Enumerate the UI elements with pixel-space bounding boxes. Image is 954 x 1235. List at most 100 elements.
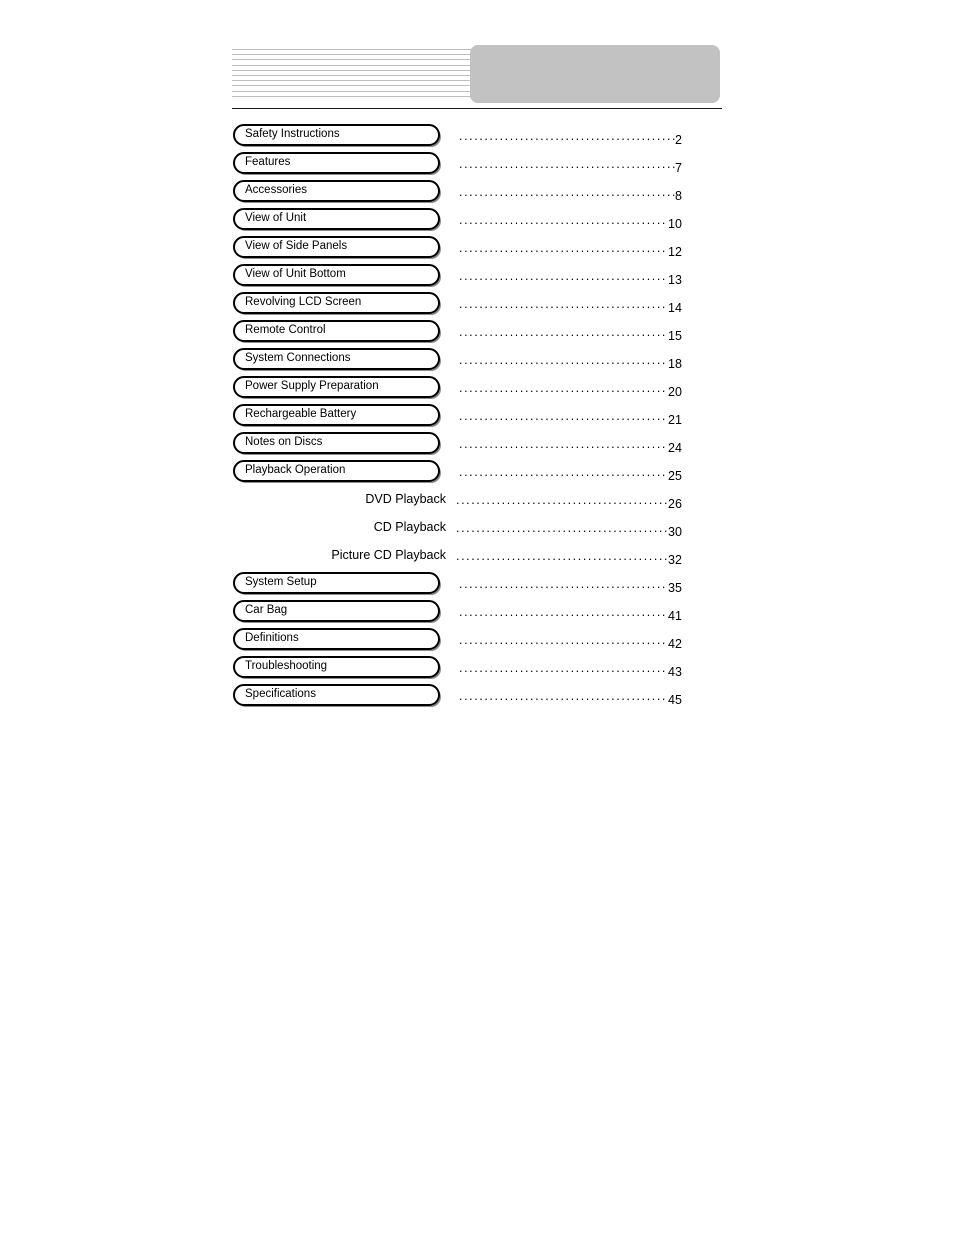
leader-dots: ........................................… xyxy=(459,157,675,171)
toc-entry-label: Power Supply Preparation xyxy=(245,380,379,392)
toc-entry[interactable]: Features................................… xyxy=(0,152,954,180)
toc-leader: ........................................… xyxy=(459,632,683,648)
toc-sub-entry-label: DVD Playback xyxy=(365,492,446,506)
toc-entry-pill[interactable]: Specifications xyxy=(233,684,442,708)
leader-dots: ........................................… xyxy=(459,577,668,591)
toc-sub-entry[interactable]: Picture CD Playback.....................… xyxy=(0,544,954,572)
toc-page-number: 15 xyxy=(668,329,682,340)
leader-dots: ........................................… xyxy=(456,521,668,535)
toc-sub-entry[interactable]: DVD Playback............................… xyxy=(0,488,954,516)
toc-page-number: 8 xyxy=(675,189,682,200)
toc-entry-pill[interactable]: Playback Operation xyxy=(233,460,442,484)
toc-entry[interactable]: Playback Operation......................… xyxy=(0,460,954,488)
toc-entry[interactable]: Safety Instructions.....................… xyxy=(0,124,954,152)
toc-entry[interactable]: Car Bag.................................… xyxy=(0,600,954,628)
header-line xyxy=(232,95,472,97)
toc-entry[interactable]: Definitions.............................… xyxy=(0,628,954,656)
header-line xyxy=(232,69,472,71)
toc-entry[interactable]: Rechargeable Battery....................… xyxy=(0,404,954,432)
toc-entry-pill[interactable]: Remote Control xyxy=(233,320,442,344)
toc-entry-label: Revolving LCD Screen xyxy=(245,296,362,308)
toc-leader: ........................................… xyxy=(459,296,683,312)
toc-entry-pill[interactable]: System Connections xyxy=(233,348,442,372)
toc-entry[interactable]: Notes on Discs..........................… xyxy=(0,432,954,460)
toc-entry[interactable]: Specifications..........................… xyxy=(0,684,954,712)
toc-leader: ........................................… xyxy=(459,268,683,284)
toc-page-number: 21 xyxy=(668,413,682,424)
toc-page-number: 41 xyxy=(668,609,682,620)
toc-page-number: 14 xyxy=(668,301,682,312)
document-page: Safety Instructions.....................… xyxy=(0,0,954,1235)
toc-page-number: 43 xyxy=(668,665,682,676)
leader-dots: ........................................… xyxy=(459,437,668,451)
toc-entry-pill[interactable]: System Setup xyxy=(233,572,442,596)
toc-entry-label: Features xyxy=(245,156,291,168)
toc-entry-pill[interactable]: Car Bag xyxy=(233,600,442,624)
toc-entry-pill[interactable]: Features xyxy=(233,152,442,176)
toc-entry-pill[interactable]: Definitions xyxy=(233,628,442,652)
toc-sub-entry-label: Picture CD Playback xyxy=(331,548,446,562)
toc-entry-pill[interactable]: Power Supply Preparation xyxy=(233,376,442,400)
toc-entry[interactable]: System Connections......................… xyxy=(0,348,954,376)
toc-leader: ........................................… xyxy=(459,660,683,676)
toc-leader: ........................................… xyxy=(459,436,683,452)
toc-entry-pill[interactable]: Rechargeable Battery xyxy=(233,404,442,428)
toc-page-number: 10 xyxy=(668,217,682,228)
toc-entry-label: Definitions xyxy=(245,632,299,644)
header-title-placeholder xyxy=(470,45,720,103)
toc-leader: ........................................… xyxy=(456,548,683,564)
toc-page-number: 18 xyxy=(668,357,682,368)
toc-sub-entry[interactable]: CD Playback.............................… xyxy=(0,516,954,544)
leader-dots: ........................................… xyxy=(459,605,668,619)
toc-page-number: 13 xyxy=(668,273,682,284)
toc-entry[interactable]: Power Supply Preparation................… xyxy=(0,376,954,404)
leader-dots: ........................................… xyxy=(459,353,668,367)
toc-entry-pill[interactable]: Troubleshooting xyxy=(233,656,442,680)
leader-dots: ........................................… xyxy=(459,661,668,675)
header-line xyxy=(232,59,472,61)
toc-entry-pill[interactable]: Safety Instructions xyxy=(233,124,442,148)
toc-entry[interactable]: Revolving LCD Screen....................… xyxy=(0,292,954,320)
leader-dots: ........................................… xyxy=(456,493,668,507)
toc-page-number: 32 xyxy=(668,553,682,564)
header-line xyxy=(232,90,472,92)
toc-sub-entry-label: CD Playback xyxy=(373,520,446,534)
toc-entry[interactable]: View of Side Panels.....................… xyxy=(0,236,954,264)
toc-page-number: 30 xyxy=(668,525,682,536)
toc-leader: ........................................… xyxy=(459,240,683,256)
leader-dots: ........................................… xyxy=(459,185,675,199)
toc-entry-label: View of Unit xyxy=(245,212,307,224)
toc-entry-pill[interactable]: Notes on Discs xyxy=(233,432,442,456)
toc-entry[interactable]: Accessories.............................… xyxy=(0,180,954,208)
header-line xyxy=(232,75,472,76)
toc-leader: ........................................… xyxy=(456,520,683,536)
toc-entry-label: View of Side Panels xyxy=(245,240,348,252)
toc-page-number: 26 xyxy=(668,497,682,508)
header-decorative-lines xyxy=(232,49,472,101)
toc-entry-pill[interactable]: Revolving LCD Screen xyxy=(233,292,442,316)
toc-leader: ........................................… xyxy=(459,576,683,592)
leader-dots: ........................................… xyxy=(459,325,668,339)
toc-entry[interactable]: Remote Control..........................… xyxy=(0,320,954,348)
header-line xyxy=(232,64,472,66)
toc-page-number: 7 xyxy=(675,161,682,172)
toc-leader: ........................................… xyxy=(459,464,683,480)
toc-entry-label: Rechargeable Battery xyxy=(245,408,357,420)
toc-entry[interactable]: System Setup............................… xyxy=(0,572,954,600)
header-line xyxy=(232,54,472,56)
toc-page-number: 35 xyxy=(668,581,682,592)
toc-entry[interactable]: View of Unit Bottom.....................… xyxy=(0,264,954,292)
toc-entry[interactable]: Troubleshooting.........................… xyxy=(0,656,954,684)
toc-entry-pill[interactable]: Accessories xyxy=(233,180,442,204)
leader-dots: ........................................… xyxy=(456,549,668,563)
leader-dots: ........................................… xyxy=(459,129,675,143)
toc-leader: ........................................… xyxy=(459,184,683,200)
toc-entry-pill[interactable]: View of Unit xyxy=(233,208,442,232)
toc-leader: ........................................… xyxy=(459,352,683,368)
toc-entry[interactable]: View of Unit............................… xyxy=(0,208,954,236)
toc-leader: ........................................… xyxy=(459,212,683,228)
toc-entry-pill[interactable]: View of Side Panels xyxy=(233,236,442,260)
toc-entry-pill[interactable]: View of Unit Bottom xyxy=(233,264,442,288)
page-header xyxy=(232,44,722,110)
toc-entry-label: System Connections xyxy=(245,352,351,364)
